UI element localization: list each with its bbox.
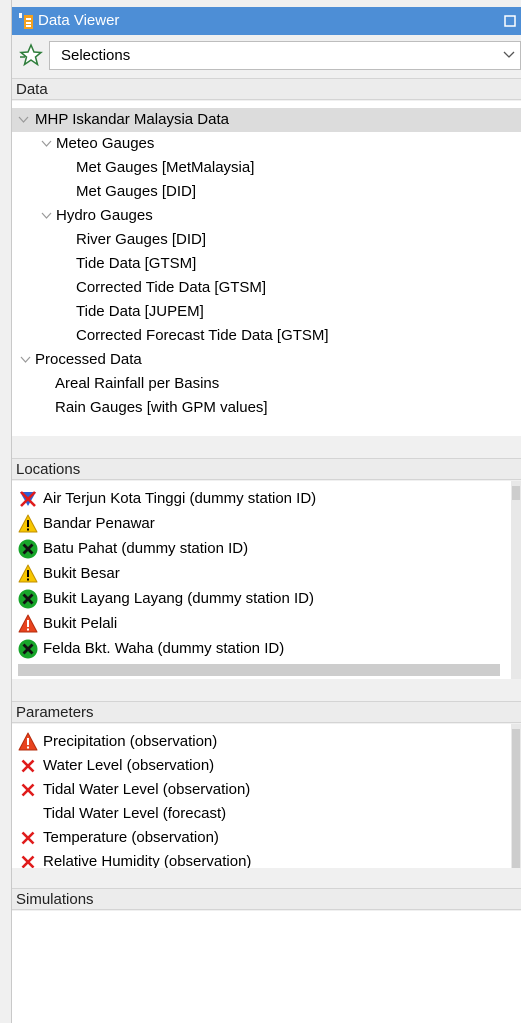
- warning-yellow-icon: [18, 514, 38, 533]
- tree-node-label: Areal Rainfall per Basins: [55, 375, 220, 392]
- simulations-section-title: Simulations: [16, 891, 94, 908]
- tree-node-met-gauges-did[interactable]: Met Gauges [DID]: [12, 180, 521, 204]
- red-x-icon: [21, 759, 35, 773]
- red-x-icon: [21, 855, 35, 868]
- location-item[interactable]: Bukit Layang Layang (dummy station ID): [12, 587, 507, 611]
- tree-node-mhp-iskandar[interactable]: MHP Iskandar Malaysia Data: [12, 108, 521, 132]
- tree-node-river-gauges-did[interactable]: River Gauges [DID]: [12, 228, 521, 252]
- location-item[interactable]: Air Terjun Kota Tinggi (dummy station ID…: [12, 487, 507, 511]
- parameter-item[interactable]: Precipitation (observation): [12, 730, 507, 754]
- favorite-star-icon[interactable]: [18, 43, 44, 67]
- parameter-label: Tidal Water Level (forecast): [43, 805, 227, 822]
- parameter-label: Tidal Water Level (observation): [43, 781, 251, 798]
- tree-node-label: Rain Gauges [with GPM values]: [55, 399, 268, 416]
- selections-dropdown-value: Selections: [61, 47, 131, 64]
- location-item[interactable]: Bukit Besar: [12, 562, 507, 586]
- locations-section-title: Locations: [16, 461, 81, 478]
- section-gap: [12, 868, 521, 888]
- location-item[interactable]: Bandar Penawar: [12, 512, 507, 536]
- tree-node-label: Corrected Forecast Tide Data [GTSM]: [76, 327, 329, 344]
- simulations-section-header: Simulations: [12, 888, 521, 910]
- tree-node-rain-gauges-gpm[interactable]: Rain Gauges [with GPM values]: [12, 396, 521, 420]
- parameters-section-header: Parameters: [12, 701, 521, 723]
- green-circle-x-icon: [18, 589, 38, 609]
- parameter-label: Relative Humidity (observation): [43, 853, 252, 868]
- tree-node-tide-data-gtsm[interactable]: Tide Data [GTSM]: [12, 252, 521, 276]
- chevron-down-icon[interactable]: [20, 354, 31, 365]
- parameters-vertical-scrollbar-thumb[interactable]: [512, 729, 520, 868]
- selector-row: Selections: [12, 35, 521, 75]
- chevron-down-icon[interactable]: [18, 114, 29, 125]
- warning-red-icon: [18, 614, 38, 633]
- location-label: Bukit Pelali: [43, 615, 118, 632]
- warning-red-icon: [18, 732, 38, 751]
- tree-node-hydro-gauges[interactable]: Hydro Gauges: [12, 204, 521, 228]
- red-x-icon: [21, 831, 35, 845]
- parameter-item[interactable]: Water Level (observation): [12, 754, 507, 778]
- location-label: Felda Bkt. Waha (dummy station ID): [43, 640, 285, 657]
- tree-node-label: Processed Data: [35, 351, 142, 368]
- tree-node-label: Corrected Tide Data [GTSM]: [76, 279, 267, 296]
- location-item[interactable]: Batu Pahat (dummy station ID): [12, 537, 507, 561]
- tree-node-corrected-tide-data-gtsm[interactable]: Corrected Tide Data [GTSM]: [12, 276, 521, 300]
- location-label: Bandar Penawar: [43, 515, 155, 532]
- parameter-item[interactable]: Relative Humidity (observation): [12, 850, 507, 868]
- location-item[interactable]: Felda Bkt. Waha (dummy station ID): [12, 637, 507, 661]
- window-title: Data Viewer: [38, 12, 120, 29]
- parameter-label: Temperature (observation): [43, 829, 219, 846]
- tree-node-label: Tide Data [JUPEM]: [76, 303, 204, 320]
- parameter-item[interactable]: Tidal Water Level (observation): [12, 778, 507, 802]
- warning-yellow-icon: [18, 564, 38, 583]
- selections-dropdown[interactable]: Selections: [49, 41, 521, 70]
- tree-node-label: MHP Iskandar Malaysia Data: [35, 111, 229, 128]
- tree-node-meteo-gauges[interactable]: Meteo Gauges: [12, 132, 521, 156]
- data-section-title: Data: [16, 81, 48, 98]
- location-label: Batu Pahat (dummy station ID): [43, 540, 249, 557]
- tree-node-label: Met Gauges [DID]: [76, 183, 197, 200]
- data-viewer-panel: Data Viewer Selections Data MHP Iskandar…: [12, 0, 521, 1023]
- locations-vertical-scrollbar[interactable]: [511, 481, 521, 679]
- red-x-icon: [21, 783, 35, 797]
- parameter-label: Precipitation (observation): [43, 733, 218, 750]
- parameter-item[interactable]: Tidal Water Level (forecast): [12, 802, 507, 826]
- data-viewer-app-icon: [19, 13, 33, 29]
- parameter-item[interactable]: Temperature (observation): [12, 826, 507, 850]
- titlebar[interactable]: Data Viewer: [12, 7, 521, 35]
- tree-node-label: Hydro Gauges: [56, 207, 153, 224]
- tree-node-processed-data[interactable]: Processed Data: [12, 348, 521, 372]
- blue-red-x-icon: [20, 491, 36, 507]
- tree-node-areal-rainfall[interactable]: Areal Rainfall per Basins: [12, 372, 521, 396]
- chevron-down-icon[interactable]: [502, 48, 516, 62]
- parameter-label: Water Level (observation): [43, 757, 215, 774]
- tree-node-met-gauges-metmalaysia[interactable]: Met Gauges [MetMalaysia]: [12, 156, 521, 180]
- chevron-down-icon[interactable]: [41, 210, 52, 221]
- location-label: Bukit Layang Layang (dummy station ID): [43, 590, 314, 607]
- location-label: Air Terjun Kota Tinggi (dummy station ID…: [43, 490, 317, 507]
- section-gap: [12, 436, 521, 458]
- tree-node-corrected-forecast-tide-data-gtsm[interactable]: Corrected Forecast Tide Data [GTSM]: [12, 324, 521, 348]
- simulations-list: [12, 911, 521, 1023]
- parameters-list: Precipitation (observation) Water Level …: [12, 724, 521, 868]
- data-section-header: Data: [12, 78, 521, 100]
- maximize-icon[interactable]: [504, 15, 516, 27]
- tree-node-label: Met Gauges [MetMalaysia]: [76, 159, 255, 176]
- tree-node-tide-data-jupem[interactable]: Tide Data [JUPEM]: [12, 300, 521, 324]
- data-tree: MHP Iskandar Malaysia Data Meteo Gauges …: [12, 101, 521, 436]
- section-gap: [12, 679, 521, 701]
- tree-node-label: Tide Data [GTSM]: [76, 255, 197, 272]
- tree-node-label: River Gauges [DID]: [76, 231, 207, 248]
- locations-vertical-scrollbar-thumb[interactable]: [512, 486, 520, 500]
- location-label: Bukit Besar: [43, 565, 120, 582]
- locations-horizontal-scrollbar-thumb[interactable]: [18, 664, 500, 676]
- green-circle-x-icon: [18, 539, 38, 559]
- green-circle-x-icon: [18, 639, 38, 659]
- tree-node-label: Meteo Gauges: [56, 135, 155, 152]
- locations-section-header: Locations: [12, 458, 521, 480]
- parameters-section-title: Parameters: [16, 704, 94, 721]
- locations-list: Air Terjun Kota Tinggi (dummy station ID…: [12, 481, 521, 679]
- location-item[interactable]: Bukit Pelali: [12, 612, 507, 636]
- chevron-down-icon[interactable]: [41, 138, 52, 149]
